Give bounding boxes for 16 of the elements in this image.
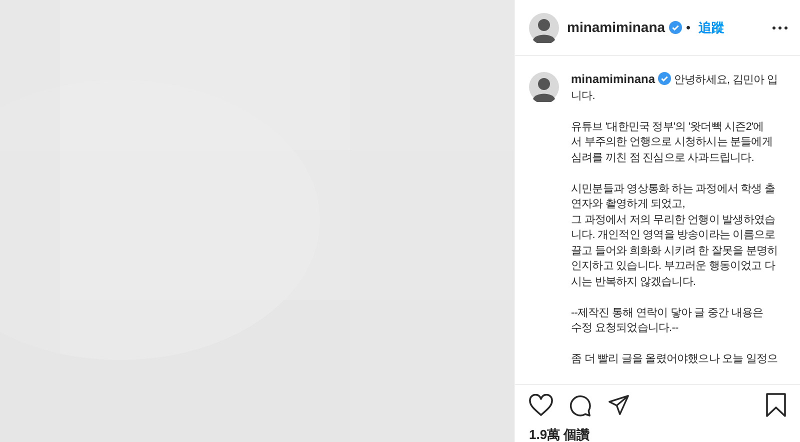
more-options-icon[interactable]: [772, 26, 788, 30]
avatar[interactable]: [529, 72, 559, 102]
caption-paragraph: 시민분들과 영상통화 하는 과정에서 학생 출 연자와 촬영하게 되었고, 그 과정에서 저의 무리한 언행이 발생하였습 니다. 개인적인 영역을 방송이라는 이름으로 끌고 들어와 희화화 시키려 한 잘못을 분명히 인지하고 있습니다. 부끄러운 행동이었고 다 시는 반복하지 않겠습니다.: [571, 182, 778, 290]
username-link[interactable]: minamiminana: [571, 72, 656, 86]
avatar[interactable]: [529, 12, 559, 42]
caption-paragraph: --제작진 통해 연락이 닿아 글 중간 내용은 수정 요청되었습니다.--: [571, 306, 764, 336]
username-link[interactable]: minamiminana: [567, 17, 666, 38]
separator-dot: •: [686, 18, 691, 37]
like-button[interactable]: [529, 394, 553, 416]
caption-paragraph: 좀 더 빨리 글을 올렸어야했으나 오늘 일정으: [571, 352, 778, 367]
caption-paragraph: 유튜브 '대한민국 정부'의 '왓더빽 시즌2'에 서 부주의한 언행으로 시청하시는 분들에게 심려를 끼친 점 진심으로 사과드립니다.: [571, 120, 774, 166]
share-button[interactable]: [608, 394, 630, 416]
comment-button[interactable]: [569, 394, 592, 416]
caption-text: minamiminana 안녕하세요, 김민아 입 니다.: [571, 72, 778, 104]
save-button[interactable]: [766, 393, 786, 417]
likes-count: 1.9萬 個讚: [529, 426, 591, 442]
